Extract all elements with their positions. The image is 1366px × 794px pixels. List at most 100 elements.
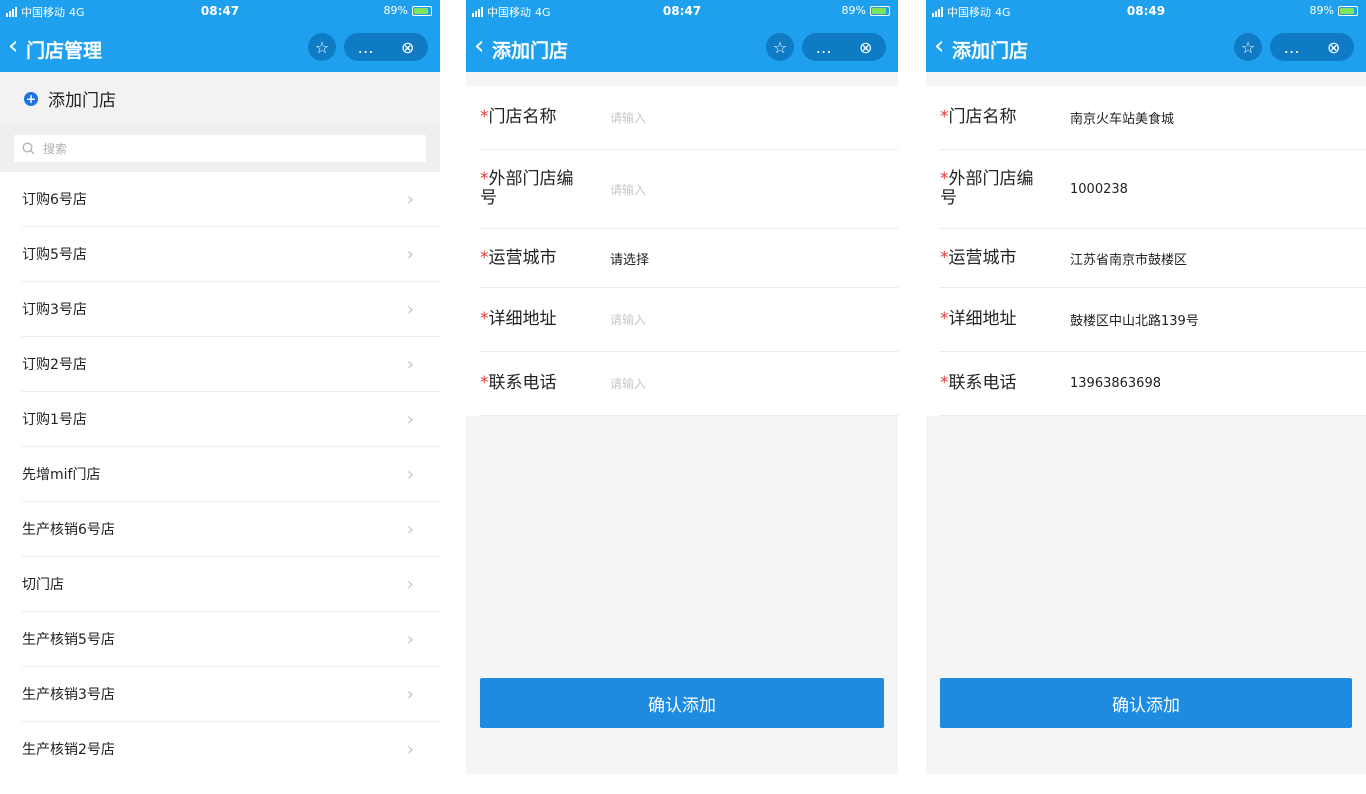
list-item[interactable]: 订购6号店 › bbox=[22, 172, 440, 227]
city-picker[interactable]: 请选择 bbox=[610, 249, 649, 268]
external-code-field[interactable]: 1000238 bbox=[1070, 182, 1128, 197]
store-name: 订购5号店 bbox=[22, 247, 87, 263]
address-row[interactable]: *详细地址 请输入 bbox=[466, 288, 898, 352]
store-name: 切门店 bbox=[22, 577, 64, 593]
store-name: 先增mif门店 bbox=[22, 467, 101, 483]
store-list: 订购6号店 › 订购5号店 › 订购3号店 › 订购2号店 › 订购1号店 › 先增mif… bbox=[0, 172, 440, 774]
chevron-left-icon[interactable]: ‹ bbox=[934, 32, 944, 60]
mini-program-capsule: … ⊗ bbox=[802, 33, 886, 61]
store-name: 订购1号店 bbox=[22, 412, 87, 428]
store-name-field[interactable]: 南京火车站美食城 bbox=[1070, 108, 1174, 127]
chevron-right-icon: › bbox=[406, 738, 414, 760]
more-icon[interactable]: … bbox=[816, 38, 832, 57]
search-bar: 搜索 bbox=[0, 125, 440, 172]
search-input[interactable]: 搜索 bbox=[14, 135, 426, 162]
clock: 08:47 bbox=[662, 4, 702, 18]
chevron-right-icon: › bbox=[406, 573, 414, 595]
page-title: 添加门店 bbox=[492, 40, 569, 62]
phone-field[interactable]: 请输入 bbox=[610, 375, 646, 392]
page-title: 门店管理 bbox=[26, 40, 103, 62]
add-store-empty-screen: 中国移动 4G 08:47 89% ‹ 添加门店 ☆ … ⊗ *门店名称 请输入… bbox=[466, 0, 898, 774]
city-label: *运营城市 bbox=[940, 247, 1017, 268]
city-row[interactable]: *运营城市 请选择 bbox=[466, 229, 898, 288]
nav-bar: ‹ 添加门店 ☆ … ⊗ bbox=[466, 22, 898, 72]
phone-row[interactable]: *联系电话 请输入 bbox=[466, 352, 898, 416]
phone-label: *联系电话 bbox=[940, 373, 1017, 393]
chevron-right-icon: › bbox=[406, 243, 414, 265]
nav-bar: ‹ 添加门店 ☆ … ⊗ bbox=[926, 22, 1366, 72]
list-item[interactable]: 生产核销3号店 › bbox=[22, 667, 440, 722]
list-item[interactable]: 切门店 › bbox=[22, 557, 440, 612]
star-icon[interactable]: ☆ bbox=[766, 33, 794, 61]
add-store-button[interactable]: + 添加门店 bbox=[0, 72, 440, 125]
chevron-right-icon: › bbox=[406, 683, 414, 705]
clock: 08:47 bbox=[200, 4, 240, 18]
store-name: 生产核销2号店 bbox=[22, 742, 115, 758]
list-item[interactable]: 先增mif门店 › bbox=[22, 447, 440, 502]
chevron-right-icon: › bbox=[406, 188, 414, 210]
store-name-field[interactable]: 请输入 bbox=[610, 109, 646, 126]
nav-bar: ‹ 门店管理 ☆ … ⊗ bbox=[0, 22, 440, 72]
list-item[interactable]: 生产核销6号店 › bbox=[22, 502, 440, 557]
confirm-add-button[interactable]: 确认添加 bbox=[940, 678, 1352, 728]
status-bar: 中国移动 4G 08:49 89% bbox=[926, 0, 1366, 22]
external-code-row[interactable]: *外部门店编号 1000238 bbox=[926, 150, 1366, 229]
battery-percent: 89% bbox=[383, 4, 408, 17]
store-name-row[interactable]: *门店名称 南京火车站美食城 bbox=[926, 86, 1366, 150]
city-label: *运营城市 bbox=[480, 247, 557, 268]
address-field[interactable]: 请输入 bbox=[610, 311, 646, 328]
mini-program-capsule: … ⊗ bbox=[1270, 33, 1354, 61]
search-placeholder: 搜索 bbox=[43, 142, 68, 156]
star-icon[interactable]: ☆ bbox=[308, 33, 336, 61]
store-name-row[interactable]: *门店名称 请输入 bbox=[466, 86, 898, 150]
search-icon bbox=[22, 142, 35, 155]
store-name-label: *门店名称 bbox=[480, 107, 557, 127]
address-row[interactable]: *详细地址 鼓楼区中山北路139号 bbox=[926, 288, 1366, 352]
external-code-row[interactable]: *外部门店编号 请输入 bbox=[466, 150, 898, 229]
page-title: 添加门店 bbox=[952, 40, 1029, 62]
close-circle-icon[interactable]: ⊗ bbox=[859, 38, 872, 57]
battery-icon bbox=[412, 5, 432, 16]
chevron-left-icon[interactable]: ‹ bbox=[8, 32, 18, 60]
phone-label: *联系电话 bbox=[480, 373, 557, 393]
city-row[interactable]: *运营城市 江苏省南京市鼓楼区 bbox=[926, 229, 1366, 288]
store-management-screen: 中国移动 4G 08:47 89% ‹ 门店管理 ☆ … ⊗ + 添加门店 搜索… bbox=[0, 0, 440, 774]
list-item[interactable]: 订购2号店 › bbox=[22, 337, 440, 392]
phone-field[interactable]: 13963863698 bbox=[1070, 376, 1161, 391]
address-label: *详细地址 bbox=[480, 309, 557, 329]
chevron-right-icon: › bbox=[406, 628, 414, 650]
more-icon[interactable]: … bbox=[358, 38, 374, 57]
add-store-filled-screen: 中国移动 4G 08:49 89% ‹ 添加门店 ☆ … ⊗ *门店名称 南京火… bbox=[926, 0, 1366, 774]
store-name-label: *门店名称 bbox=[940, 107, 1017, 127]
list-item[interactable]: 生产核销2号店 › bbox=[22, 722, 440, 774]
status-bar: 中国移动 4G 08:47 89% bbox=[0, 0, 440, 22]
external-code-field[interactable]: 请输入 bbox=[610, 181, 646, 198]
battery-icon bbox=[1338, 5, 1358, 16]
store-name: 订购3号店 bbox=[22, 302, 87, 318]
store-name: 生产核销3号店 bbox=[22, 687, 115, 703]
chevron-right-icon: › bbox=[406, 518, 414, 540]
list-item[interactable]: 生产核销5号店 › bbox=[22, 612, 440, 667]
form-top-gap bbox=[926, 72, 1366, 86]
status-bar: 中国移动 4G 08:47 89% bbox=[466, 0, 898, 22]
close-circle-icon[interactable]: ⊗ bbox=[1327, 38, 1340, 57]
phone-row[interactable]: *联系电话 13963863698 bbox=[926, 352, 1366, 416]
battery-percent: 89% bbox=[1309, 4, 1334, 17]
list-item[interactable]: 订购1号店 › bbox=[22, 392, 440, 447]
close-circle-icon[interactable]: ⊗ bbox=[401, 38, 414, 57]
confirm-add-button[interactable]: 确认添加 bbox=[480, 678, 884, 728]
more-icon[interactable]: … bbox=[1284, 38, 1300, 57]
external-code-label: *外部门店编号 bbox=[940, 169, 1034, 208]
clock: 08:49 bbox=[1126, 4, 1166, 18]
list-item[interactable]: 订购5号店 › bbox=[22, 227, 440, 282]
store-name: 生产核销5号店 bbox=[22, 632, 115, 648]
city-picker[interactable]: 江苏省南京市鼓楼区 bbox=[1070, 249, 1187, 268]
mini-program-capsule: … ⊗ bbox=[344, 33, 428, 61]
chevron-right-icon: › bbox=[406, 408, 414, 430]
store-name: 生产核销6号店 bbox=[22, 522, 115, 538]
chevron-right-icon: › bbox=[406, 353, 414, 375]
chevron-left-icon[interactable]: ‹ bbox=[474, 32, 484, 60]
star-icon[interactable]: ☆ bbox=[1234, 33, 1262, 61]
address-field[interactable]: 鼓楼区中山北路139号 bbox=[1070, 310, 1199, 329]
list-item[interactable]: 订购3号店 › bbox=[22, 282, 440, 337]
